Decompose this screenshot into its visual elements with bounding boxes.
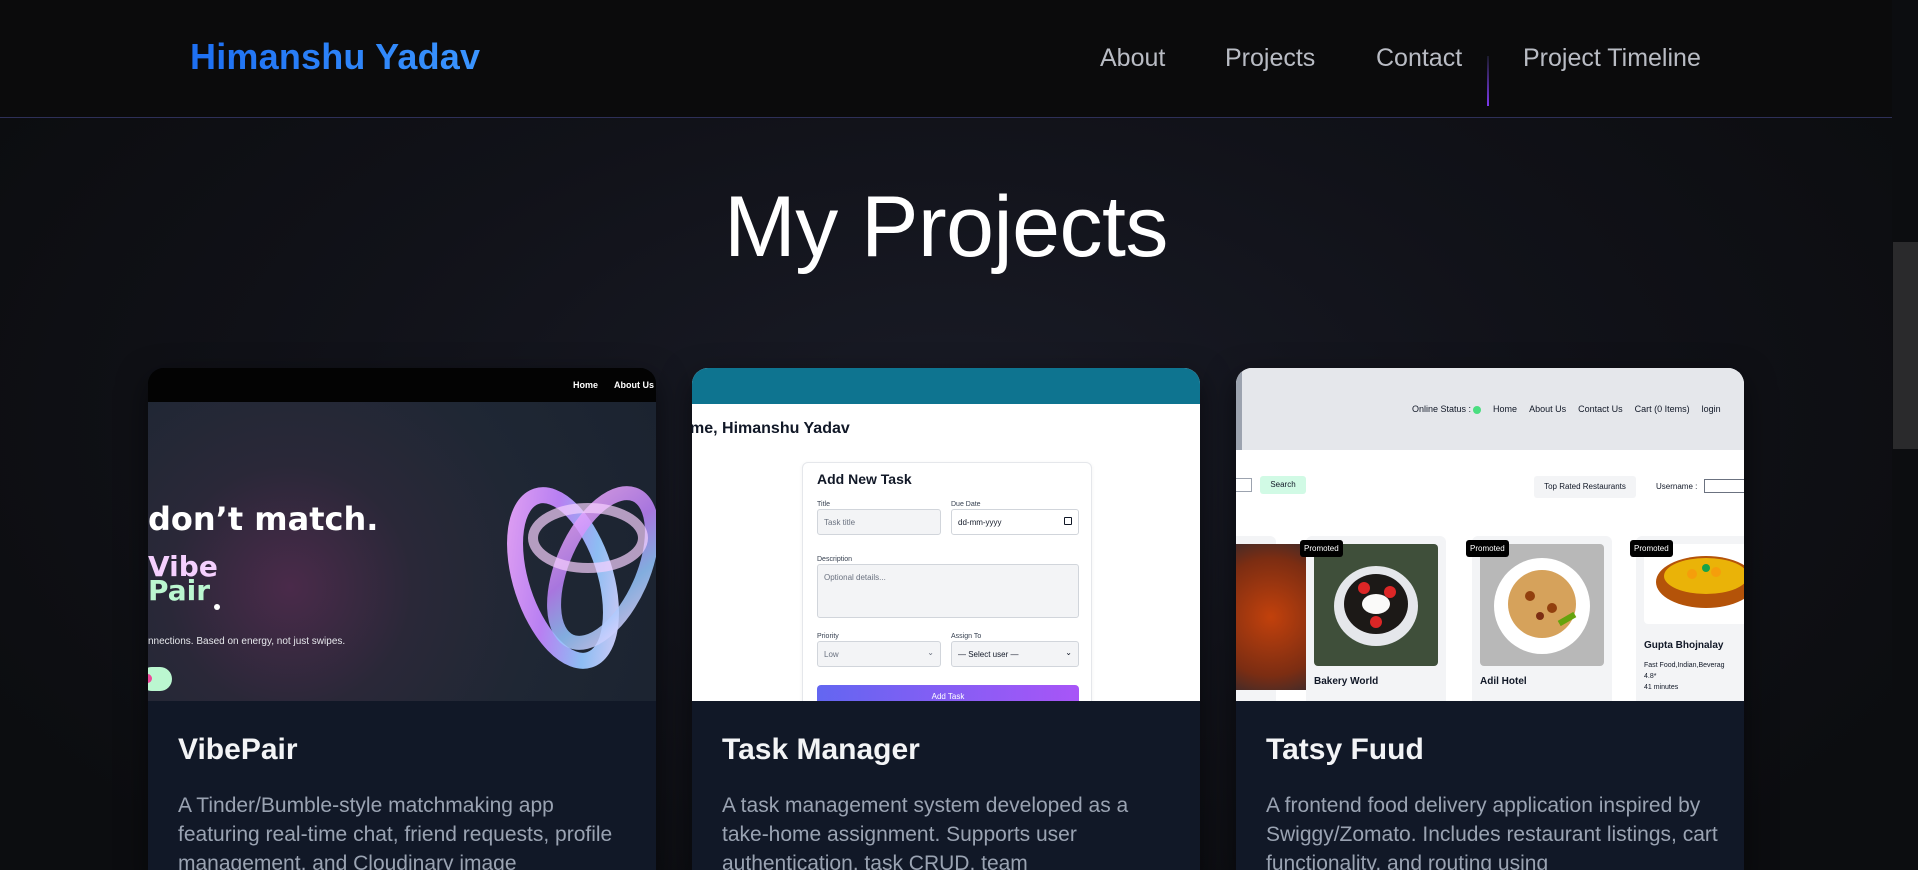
preview-due-input: dd-mm-yyyy: [951, 509, 1079, 535]
food-image: [1236, 544, 1314, 690]
restaurant-delivery-time: 41 minutes: [1644, 684, 1679, 691]
abstract-knot-graphic: [507, 486, 656, 669]
food-image: [1314, 544, 1438, 666]
brand-logo[interactable]: Himanshu Yadav: [190, 36, 480, 78]
preview-username-label: Username :: [1656, 482, 1698, 491]
promoted-badge: Promoted: [1630, 540, 1673, 557]
promoted-badge: Promoted: [1300, 540, 1343, 557]
page-title: My Projects: [724, 179, 1168, 275]
project-card-tatsy-fuud[interactable]: Online Status : Home About Us Contact Us…: [1236, 368, 1744, 870]
project-title: Tatsy Fuud: [1266, 733, 1424, 766]
project-description: A Tinder/Bumble-style matchmaking app fe…: [178, 794, 613, 870]
preview-restaurant-card: [1236, 536, 1314, 701]
preview-logo-pair: Pair: [148, 574, 211, 607]
preview-navbar-edge: [1236, 368, 1242, 450]
nav-active-indicator: [1487, 56, 1489, 106]
scrollbar-thumb[interactable]: [1893, 242, 1918, 449]
preview-add-task-button: Add Task: [817, 685, 1079, 701]
preview-nav-about: About Us: [614, 380, 654, 390]
preview-tagline: nnections. Based on energy, not just swi…: [148, 636, 346, 647]
preview-username-input: [1704, 479, 1744, 493]
preview-headline: don’t match.: [148, 500, 379, 538]
preview-cta-button: [148, 667, 172, 691]
restaurant-name: Bakery World: [1314, 676, 1379, 687]
preview-title-label: Title: [817, 501, 830, 508]
nav-link-projects[interactable]: Projects: [1225, 44, 1325, 73]
preview-header-band: [692, 368, 1200, 404]
nav-link-project-timeline[interactable]: Project Timeline: [1523, 44, 1723, 73]
preview-online-status: Online Status :: [1412, 404, 1482, 414]
project-card-vibepair[interactable]: Home About Us don’t match. Vibe Pair nne…: [148, 368, 656, 870]
preview-assign-select: — Select user — ⌄: [951, 641, 1079, 667]
project-card-task-manager[interactable]: me, Himanshu Yadav Add New Task Title Ta…: [692, 368, 1200, 870]
project-preview-image: me, Himanshu Yadav Add New Task Title Ta…: [692, 368, 1200, 701]
nav-link-about[interactable]: About: [1100, 44, 1180, 73]
nav-link-contact[interactable]: Contact: [1376, 44, 1476, 73]
preview-navbar: Home About Us: [148, 368, 656, 402]
preview-restaurant-card: Promoted Bakery World: [1300, 536, 1446, 701]
promoted-badge: Promoted: [1466, 540, 1509, 557]
preview-title-input: Task title: [817, 509, 941, 535]
site-header: Himanshu Yadav About Projects Contact Pr…: [0, 0, 1892, 118]
restaurant-cuisine: Fast Food,Indian,Beverag: [1644, 662, 1725, 669]
preview-nav-contact: Contact Us: [1578, 404, 1623, 414]
preview-restaurant-card: Promoted Adil Hotel: [1466, 536, 1612, 701]
preview-nav-about: About Us: [1529, 404, 1567, 414]
preview-due-label: Due Date: [951, 501, 981, 508]
project-description: A task management system developed as a …: [722, 794, 1129, 870]
online-status-dot: [1473, 405, 1482, 414]
restaurant-rating: 4.8*: [1644, 673, 1657, 680]
preview-priority-label: Priority: [817, 633, 839, 640]
preview-welcome-text: me, Himanshu Yadav: [692, 420, 850, 437]
preview-form-title: Add New Task: [817, 471, 912, 487]
preview-task-form: Add New Task Title Task title Due Date d…: [802, 462, 1092, 701]
preview-priority-select: Low ⌄: [817, 641, 941, 667]
project-title: VibePair: [178, 733, 298, 766]
preview-search-input: [1236, 478, 1252, 492]
preview-search-button: Search: [1260, 476, 1306, 494]
restaurant-name: Adil Hotel: [1480, 676, 1527, 687]
preview-assign-label: Assign To: [951, 633, 982, 640]
preview-nav-login: login: [1701, 404, 1721, 414]
project-preview-image: Online Status : Home About Us Contact Us…: [1236, 368, 1744, 701]
project-description: A frontend food delivery application ins…: [1266, 794, 1718, 870]
restaurant-name: Gupta Bhojnalay: [1644, 640, 1724, 651]
preview-logo-dot: [214, 604, 220, 610]
preview-desc-input: Optional details...: [817, 564, 1079, 618]
preview-nav-home: Home: [1493, 404, 1518, 414]
project-preview-image: Home About Us don’t match. Vibe Pair nne…: [148, 368, 656, 701]
preview-desc-label: Description: [817, 556, 853, 563]
preview-top-rated-button: Top Rated Restaurants: [1534, 476, 1636, 498]
preview-nav-links: Online Status : Home About Us Contact Us…: [1412, 404, 1721, 414]
preview-nav-cart: Cart (0 Items): [1634, 404, 1690, 414]
preview-restaurant-card: Promoted Gupta Bhojnalay Fast Food,India…: [1630, 536, 1744, 701]
preview-nav-home: Home: [572, 380, 598, 390]
food-image: [1480, 544, 1604, 666]
project-title: Task Manager: [722, 733, 920, 766]
